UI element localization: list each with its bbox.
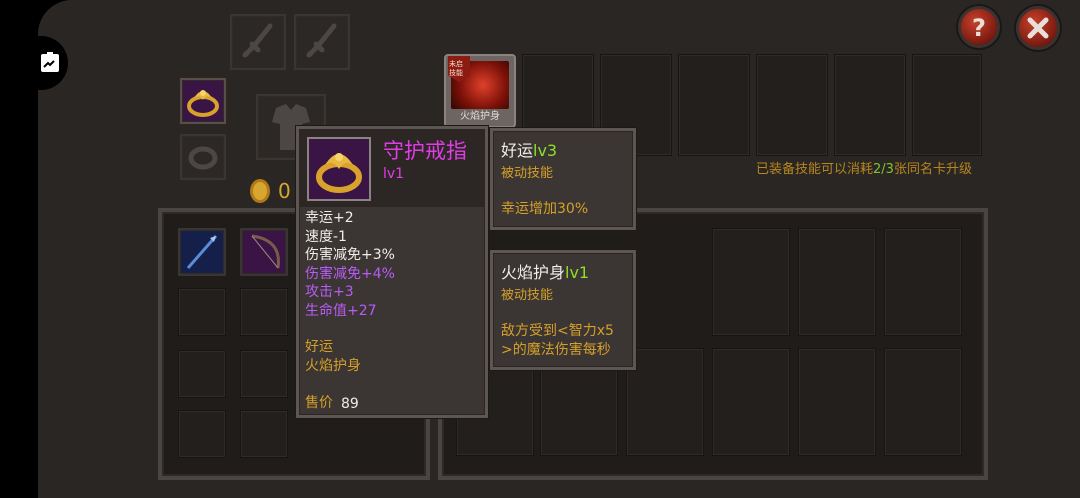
sword-icon <box>242 23 273 58</box>
skill-desc: 幸运增加30% <box>501 201 589 217</box>
inventory-slot[interactable] <box>178 350 226 398</box>
skill-type: 被动技能 <box>501 288 554 303</box>
item-stat-line: 生命值+27 <box>305 302 377 319</box>
inventory-slot[interactable] <box>178 410 226 458</box>
spear-icon <box>186 235 218 269</box>
skill-inventory-slot[interactable] <box>884 228 962 336</box>
skill-inventory-slot[interactable] <box>884 348 962 456</box>
upgrade-hint-ratio: 2/3 <box>873 162 894 177</box>
upgrade-hint: 已装备技能可以消耗2/3张同名卡升级 <box>756 163 972 176</box>
skill-tooltip-luck: 好运lv3 被动技能 幸运增加30% <box>490 128 636 230</box>
skill-desc-line-2: >的魔法伤害每秒 <box>501 342 611 358</box>
bow-icon <box>251 234 280 269</box>
item-skill-1: 好运 <box>305 339 333 355</box>
item-tooltip: 守护戒指 lv1 幸运+2 速度-1 伤害减免+3% 伤害减免+4% 攻击+3 生命值+2… <box>296 126 488 418</box>
close-button[interactable] <box>1016 6 1060 50</box>
skill-slot-5[interactable] <box>756 54 828 156</box>
skill-desc-line-1: 敌方受到<智力x5 <box>501 323 614 339</box>
skill-card[interactable]: 未启 技能 火焰护身 <box>444 54 516 128</box>
item-price-label: 售价 <box>305 395 333 411</box>
item-stat-line: 攻击+3 <box>305 284 354 300</box>
equip-slot-weapon-2[interactable] <box>294 14 350 70</box>
close-icon <box>1027 17 1049 39</box>
item-stat-line: 速度-1 <box>305 228 347 245</box>
skill-tooltip-fire-shield: 火焰护身lv1 被动技能 敌方受到<智力x5 >的魔法伤害每秒 <box>490 250 636 370</box>
skill-card-badge-text: 未启 技能 <box>449 60 463 77</box>
skill-title: 好运lv3 <box>501 143 557 159</box>
equip-slot-ring-2[interactable] <box>180 134 226 180</box>
item-stat-line: 伤害减免+4% <box>305 265 395 282</box>
inventory-slot[interactable] <box>240 410 288 458</box>
skill-level: lv1 <box>565 263 590 282</box>
skill-level: lv3 <box>533 141 558 160</box>
skill-slot-6[interactable] <box>834 54 906 156</box>
skill-inventory-slot[interactable] <box>798 228 876 336</box>
game-screen: ? 0 未启 技能 火焰护身 已装备技能可以消耗2/3张同名卡升级 守护戒指 l… <box>0 0 1080 498</box>
item-name: 守护戒指 <box>383 139 467 163</box>
inventory-slot[interactable] <box>240 288 288 336</box>
ring-icon <box>187 90 219 117</box>
inventory-slot-bow[interactable] <box>240 228 288 276</box>
skill-card-label: 火焰护身 <box>460 111 500 122</box>
upgrade-hint-suffix: 张同名卡升级 <box>893 162 972 177</box>
currency-amount: 0 <box>278 179 291 203</box>
svg-text:?: ? <box>972 14 986 42</box>
item-skill-2: 火焰护身 <box>305 358 361 374</box>
item-tooltip-icon-frame <box>307 137 371 201</box>
skill-name: 火焰护身 <box>501 263 566 282</box>
item-stat-line: 幸运+2 <box>305 210 354 226</box>
item-stat-line: 伤害减免+3% <box>305 247 395 263</box>
skill-slot-4[interactable] <box>678 54 750 156</box>
equip-slot-weapon-1[interactable] <box>230 14 286 70</box>
help-button[interactable]: ? <box>958 6 1000 48</box>
upgrade-hint-prefix: 已装备技能可以消耗 <box>756 162 874 177</box>
skill-slot-7[interactable] <box>912 54 982 156</box>
skill-inventory-slot[interactable] <box>712 228 790 336</box>
coin-icon <box>250 179 270 203</box>
item-level: lv1 <box>383 166 405 182</box>
skill-name: 好运 <box>501 141 534 160</box>
help-icon: ? <box>972 14 986 42</box>
skill-inventory-slot[interactable] <box>798 348 876 456</box>
inventory-slot-spear[interactable] <box>178 228 226 276</box>
currency-display: 0 <box>248 177 298 205</box>
puzzle-icon <box>41 52 59 72</box>
equip-slot-ring[interactable] <box>180 78 226 124</box>
skill-type: 被动技能 <box>501 166 554 181</box>
sword-icon <box>306 23 337 58</box>
skill-inventory-slot[interactable] <box>626 348 704 456</box>
ring-icon <box>316 153 362 193</box>
item-price-value: 89 <box>341 396 359 412</box>
inventory-slot[interactable] <box>240 350 288 398</box>
ring-slot-icon <box>188 146 218 170</box>
skill-inventory-slot[interactable] <box>712 348 790 456</box>
skill-title: 火焰护身lv1 <box>501 265 589 281</box>
inventory-slot[interactable] <box>178 288 226 336</box>
